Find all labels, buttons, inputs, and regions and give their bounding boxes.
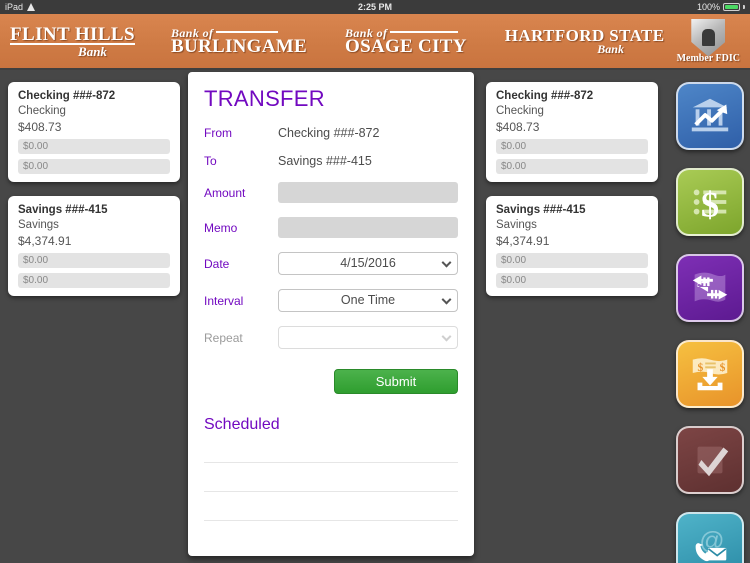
amount-label: Amount — [204, 185, 246, 200]
status-bar: iPad 2:25 PM 100% — [0, 0, 750, 14]
account-title: Checking ###-872 — [496, 90, 594, 102]
logo-line-1: FLINT HILLS — [10, 23, 135, 45]
from-label: From — [204, 126, 232, 140]
submit-row: Submit — [204, 369, 458, 394]
account-field-2[interactable]: $0.00 — [18, 159, 170, 174]
scheduled-divider — [204, 491, 458, 492]
account-field-2[interactable]: $0.00 — [496, 273, 648, 288]
account-title: Savings ###-415 — [496, 204, 586, 216]
account-field-2[interactable]: $0.00 — [496, 159, 648, 174]
logo-line-2: Bank — [10, 42, 135, 58]
checkmark-box-icon — [697, 446, 729, 477]
amount-row: Amount — [204, 182, 458, 203]
logo-bank-of-burlingame[interactable]: Bank of BURLINGAME — [171, 27, 307, 56]
bank-chart-icon — [691, 98, 729, 132]
account-field-1[interactable]: $0.00 — [18, 253, 170, 268]
account-type: Checking — [18, 105, 66, 117]
date-row: Date 4/15/2016 — [204, 252, 458, 275]
account-balance: $408.73 — [18, 120, 62, 134]
account-type: Checking — [496, 105, 544, 117]
memo-label: Memo — [204, 220, 238, 235]
account-type: Savings — [18, 219, 59, 231]
interval-row: Interval One Time — [204, 289, 458, 312]
scheduled-divider — [204, 462, 458, 463]
account-balance: $408.73 — [496, 120, 540, 134]
interval-select[interactable]: One Time — [278, 289, 458, 312]
repeat-row: Repeat — [204, 326, 458, 349]
logo-line-2: OSAGE CITY — [344, 35, 467, 57]
svg-text:$: $ — [698, 361, 704, 374]
chevron-down-icon — [441, 294, 452, 305]
scheduled-heading: Scheduled — [204, 416, 280, 433]
account-card-savings-right[interactable]: Savings ###-415 Savings $4,374.91 $0.00 … — [486, 196, 658, 296]
date-select-value: 4/15/2016 — [340, 256, 396, 270]
logo-bank-of-osage-city[interactable]: Bank of OSAGE CITY — [345, 27, 467, 56]
amount-input[interactable] — [278, 182, 458, 203]
date-select[interactable]: 4/15/2016 — [278, 252, 458, 275]
account-balance: $4,374.91 — [496, 234, 550, 248]
account-balance: $4,374.91 — [18, 234, 72, 248]
svg-text:$: $ — [720, 361, 726, 374]
scheduled-divider — [204, 520, 458, 521]
account-field-1[interactable]: $0.00 — [496, 139, 648, 154]
to-label: To — [204, 154, 217, 168]
interval-select-value: One Time — [340, 293, 396, 307]
from-row: From Checking ###-872 — [204, 126, 458, 140]
memo-input[interactable] — [278, 217, 458, 238]
account-field-1[interactable]: $0.00 — [496, 253, 648, 268]
logo-line-1: HARTFORD STATE — [504, 26, 665, 45]
chevron-down-icon — [441, 257, 452, 268]
contact-button[interactable]: @ — [676, 512, 744, 563]
deposit-tray-icon: $ $ — [692, 358, 728, 391]
account-card-checking-right[interactable]: Checking ###-872 Checking $408.73 $0.00 … — [486, 82, 658, 182]
transfer-panel: TRANSFER From Checking ###-872 To Saving… — [188, 72, 474, 556]
logo-flint-hills-bank[interactable]: FLINT HILLS Bank — [10, 25, 135, 58]
logo-hartford-state-bank[interactable]: HARTFORD STATE Bank — [505, 27, 665, 55]
nav-rail: $ $ $ @ — [676, 82, 744, 563]
account-type: Savings — [496, 219, 537, 231]
battery-percent-label: 100% — [696, 2, 720, 12]
bank-header: FLINT HILLS Bank Bank of BURLINGAME Bank… — [0, 14, 750, 70]
battery-icon — [723, 3, 740, 11]
accounts-button[interactable] — [676, 82, 744, 150]
battery-tip — [743, 5, 745, 9]
interval-label: Interval — [204, 293, 244, 308]
account-card-checking-left[interactable]: Checking ###-872 Checking $408.73 $0.00 … — [8, 82, 180, 182]
transfer-arrows-icon — [692, 272, 728, 302]
svg-text:$: $ — [701, 184, 719, 224]
dollar-list-icon: $ — [693, 184, 727, 224]
page-title: TRANSFER — [204, 86, 325, 111]
deposit-button[interactable]: $ $ — [676, 340, 744, 408]
payments-button[interactable]: $ — [676, 168, 744, 236]
account-card-savings-left[interactable]: Savings ###-415 Savings $4,374.91 $0.00 … — [8, 196, 180, 296]
repeat-label: Repeat — [204, 330, 243, 345]
approve-button[interactable] — [676, 426, 744, 494]
status-bar-time: 2:25 PM — [357, 2, 392, 12]
repeat-select[interactable] — [278, 326, 458, 349]
date-label: Date — [204, 256, 230, 271]
account-title: Checking ###-872 — [18, 90, 116, 102]
chevron-down-icon — [441, 331, 452, 342]
to-row: To Savings ###-415 — [204, 154, 458, 168]
transfer-button[interactable] — [676, 254, 744, 322]
to-value[interactable]: Savings ###-415 — [278, 154, 372, 168]
account-title: Savings ###-415 — [18, 204, 108, 216]
shield-icon — [691, 18, 726, 57]
from-value[interactable]: Checking ###-872 — [278, 126, 379, 140]
app-screen: iPad 2:25 PM 100% FLINT HILLS Bank Bank … — [0, 0, 750, 563]
submit-button[interactable]: Submit — [334, 369, 458, 394]
account-field-1[interactable]: $0.00 — [18, 139, 170, 154]
logo-line-2: BURLINGAME — [170, 35, 307, 57]
phone-mail-icon: @ — [695, 527, 727, 562]
account-field-2[interactable]: $0.00 — [18, 273, 170, 288]
member-fdic-badge: Member FDIC — [677, 18, 740, 64]
memo-row: Memo — [204, 217, 458, 238]
